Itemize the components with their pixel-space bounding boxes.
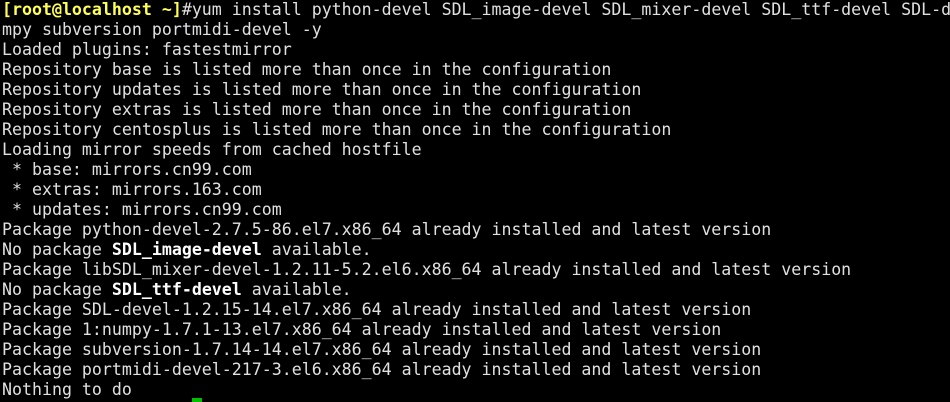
terminal-window[interactable]: [root@localhost ~]#yum install python-de… (2, 0, 950, 402)
terminal-cursor (192, 398, 202, 402)
output-line: Loaded plugins: fastestmirror (2, 40, 292, 59)
output-line: Package python-devel-2.7.5-86.el7.x86_64… (2, 220, 772, 239)
output-line: Repository base is listed more than once… (2, 60, 612, 79)
output-line: * base: mirrors.cn99.com (2, 160, 252, 179)
output-line: Nothing to do (2, 380, 132, 399)
no-package-prefix: No package (2, 240, 112, 259)
package-name: SDL_image-devel (111, 240, 262, 259)
output-line: Package portmidi-devel-217-3.el6.x86_64 … (2, 360, 762, 379)
output-line-no-package: No package SDL_image-devel available. (2, 240, 950, 260)
no-package-suffix: available. (241, 280, 352, 299)
output-line: Package libSDL_mixer-devel-1.2.11-5.2.el… (2, 260, 852, 279)
output-line: Package 1:numpy-1.7.1-13.el7.x86_64 alre… (2, 320, 722, 339)
no-package-prefix: No package (2, 280, 112, 299)
command-line-wrap: mpy subversion portmidi-devel -y (2, 20, 322, 39)
output-line: Package SDL-devel-1.2.15-14.el7.x86_64 a… (2, 300, 752, 319)
package-name: SDL_ttf-devel (111, 280, 242, 299)
output-line-no-package: No package SDL_ttf-devel available. (2, 280, 950, 300)
output-line: Repository updates is listed more than o… (2, 80, 642, 99)
shell-prompt: [root@localhost ~] (2, 0, 182, 19)
command-line: [root@localhost ~]#yum install python-de… (2, 0, 950, 20)
output-line: Repository extras is listed more than on… (2, 100, 632, 119)
command-text: #yum install python-devel SDL_image-deve… (181, 0, 950, 19)
output-line: Repository centosplus is listed more tha… (2, 120, 672, 139)
output-line: * extras: mirrors.163.com (2, 180, 262, 199)
no-package-suffix: available. (261, 240, 372, 259)
output-line: Package subversion-1.7.14-14.el7.x86_64 … (2, 340, 762, 359)
output-line: Loading mirror speeds from cached hostfi… (2, 140, 422, 159)
output-line: * updates: mirrors.cn99.com (2, 200, 282, 219)
